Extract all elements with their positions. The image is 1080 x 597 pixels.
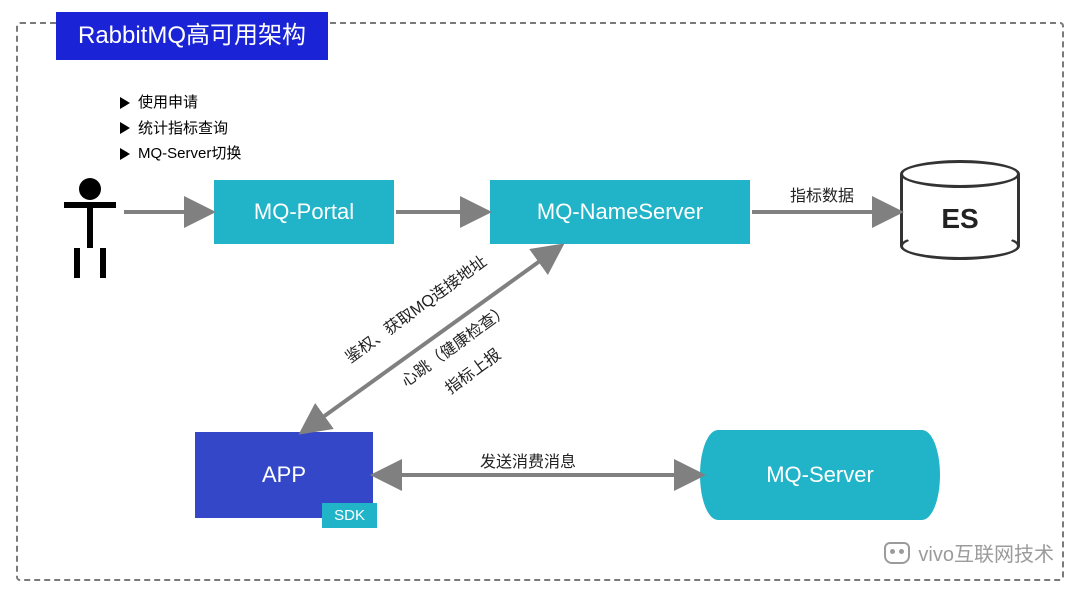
bullet-list: 使用申请 统计指标查询 MQ-Server切换: [120, 90, 241, 167]
bullet-item: 使用申请: [120, 90, 241, 116]
triangle-icon: [120, 122, 130, 134]
node-label: MQ-NameServer: [537, 199, 703, 225]
node-label: MQ-Server: [700, 430, 940, 520]
watermark-text: vivo互联网技术: [918, 538, 1054, 567]
bullet-label: MQ-Server切换: [138, 141, 241, 167]
node-label: ES: [900, 178, 1020, 260]
node-label: APP: [262, 462, 306, 488]
node-es: ES: [900, 160, 1020, 260]
user-actor-icon: [60, 178, 120, 278]
bullet-item: 统计指标查询: [120, 116, 241, 142]
sdk-tag: SDK: [322, 503, 377, 528]
diagram-title: RabbitMQ高可用架构: [56, 12, 328, 60]
node-mq-nameserver: MQ-NameServer: [490, 180, 750, 244]
edge-label-app-server: 发送消费消息: [480, 448, 576, 472]
triangle-icon: [120, 148, 130, 160]
architecture-diagram: RabbitMQ高可用架构 使用申请 统计指标查询 MQ-Server切换 MQ…: [0, 0, 1080, 597]
bullet-label: 使用申请: [138, 90, 198, 116]
bullet-item: MQ-Server切换: [120, 141, 241, 167]
node-mq-portal: MQ-Portal: [214, 180, 394, 244]
node-app: APP SDK: [195, 432, 373, 518]
node-label: MQ-Portal: [254, 199, 354, 225]
bullet-label: 统计指标查询: [138, 116, 228, 142]
triangle-icon: [120, 97, 130, 109]
edge-label-nameserver-es: 指标数据: [790, 182, 854, 206]
watermark: vivo互联网技术: [884, 538, 1054, 567]
node-mq-server: MQ-Server: [700, 430, 940, 520]
wechat-icon: [884, 542, 910, 564]
